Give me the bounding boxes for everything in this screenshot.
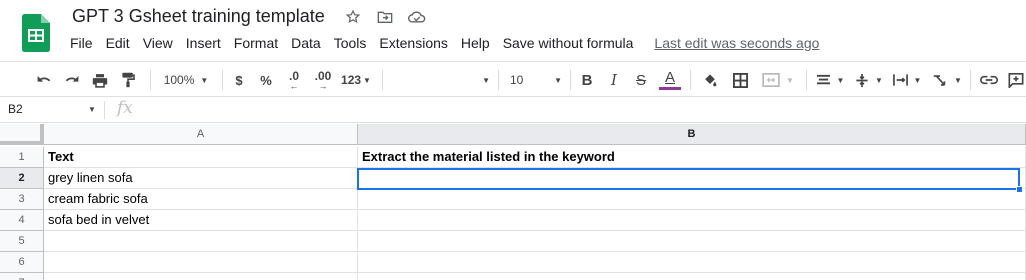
chevron-down-icon: ▼	[836, 75, 845, 85]
strikethrough-button[interactable]: S	[631, 62, 651, 98]
undo-icon[interactable]	[32, 62, 56, 98]
text-color-button[interactable]: A	[659, 62, 681, 98]
cell-a6[interactable]	[44, 252, 358, 273]
cell-a3[interactable]: cream fabric sofa	[44, 189, 358, 210]
text-wrapping-icon[interactable]: ▼	[890, 62, 924, 98]
menu-file[interactable]: File	[70, 35, 93, 51]
cloud-saved-icon[interactable]	[408, 8, 426, 26]
format-currency-button[interactable]: $	[230, 62, 248, 98]
row-header[interactable]: 2	[0, 168, 44, 189]
bold-button[interactable]: B	[577, 62, 597, 98]
font-size-value: 10	[510, 73, 524, 87]
chevron-down-icon: ▼	[875, 75, 883, 85]
menu-view[interactable]: View	[143, 35, 173, 51]
more-formats-button[interactable]: 123 ▼	[339, 62, 373, 98]
redo-icon[interactable]	[60, 62, 84, 98]
cell-a5[interactable]	[44, 231, 358, 252]
spreadsheet-grid: A B 1 Text Extract the material listed i…	[0, 124, 1026, 280]
more-formats-label: 123	[341, 73, 362, 87]
cell-b6[interactable]	[358, 252, 1026, 273]
increase-decimal-button[interactable]: .00 →	[310, 62, 336, 98]
cell-b2[interactable]	[358, 168, 1026, 189]
cell-a4[interactable]: sofa bed in velvet	[44, 210, 358, 231]
last-edit-link[interactable]: Last edit was seconds ago	[654, 35, 819, 51]
fill-handle[interactable]	[1016, 186, 1023, 193]
text-color-label: A	[664, 69, 675, 86]
paint-format-icon[interactable]	[116, 62, 140, 98]
insert-link-icon[interactable]	[977, 62, 1001, 98]
vertical-align-icon[interactable]: ▼	[852, 62, 886, 98]
chevron-down-icon: ▼	[786, 75, 794, 85]
star-icon[interactable]	[344, 8, 362, 26]
arrow-left-icon: ←	[289, 81, 299, 91]
decrease-decimal-button[interactable]: .0 ←	[283, 62, 305, 98]
chevron-down-icon: ▼	[954, 75, 962, 85]
text-rotation-icon[interactable]: ▼	[929, 62, 965, 98]
cell-a2[interactable]: grey linen sofa	[44, 168, 358, 189]
move-to-folder-icon[interactable]	[376, 8, 394, 26]
menu-edit[interactable]: Edit	[106, 35, 130, 51]
row-header[interactable]: 5	[0, 231, 44, 252]
chevron-down-icon: ▼	[482, 75, 490, 85]
row-header[interactable]: 4	[0, 210, 44, 231]
cell-b1[interactable]: Extract the material listed in the keywo…	[358, 147, 1026, 168]
menu-extensions[interactable]: Extensions	[379, 35, 447, 51]
format-percent-button[interactable]: %	[256, 62, 276, 98]
merge-cells-icon[interactable]: ▼	[757, 62, 799, 98]
chevron-down-icon[interactable]: ▼	[88, 105, 96, 114]
arrow-right-icon: →	[318, 81, 328, 91]
chevron-down-icon: ▼	[913, 75, 922, 85]
zoom-select[interactable]: 100% ▼	[158, 62, 214, 98]
row-header[interactable]: 3	[0, 189, 44, 210]
menu-insert[interactable]: Insert	[186, 35, 221, 51]
select-all-corner[interactable]	[0, 124, 44, 145]
insert-comment-icon[interactable]	[1006, 62, 1026, 98]
print-icon[interactable]	[88, 62, 112, 98]
menu-format[interactable]: Format	[234, 35, 278, 51]
cell-b3[interactable]	[358, 189, 1026, 210]
borders-icon[interactable]	[729, 62, 751, 98]
font-size-select[interactable]: 10 ▼	[506, 62, 566, 98]
zoom-value: 100%	[163, 73, 195, 87]
fill-color-icon[interactable]	[700, 62, 720, 98]
document-title[interactable]: GPT 3 Gsheet training template	[72, 6, 325, 27]
menu-help[interactable]: Help	[461, 35, 490, 51]
chevron-down-icon: ▼	[200, 75, 209, 85]
cell-a1[interactable]: Text	[44, 147, 358, 168]
cell-b7[interactable]	[358, 273, 1026, 280]
toolbar: 100% ▼ $ % .0 ← .00 → 123 ▼ ▼ 10 ▼ B I S A …	[0, 61, 1026, 97]
column-header-a[interactable]: A	[44, 124, 358, 145]
fx-icon: fx	[117, 98, 133, 118]
google-sheets-logo-icon[interactable]	[22, 14, 50, 52]
cell-a7[interactable]	[44, 273, 358, 280]
menu-save-without-formula[interactable]: Save without formula	[503, 35, 634, 51]
menu-tools[interactable]: Tools	[334, 35, 367, 51]
font-family-select[interactable]: ▼	[390, 62, 490, 98]
cell-b5[interactable]	[358, 231, 1026, 252]
menu-bar: File Edit View Insert Format Data Tools …	[70, 35, 819, 51]
text-color-swatch	[659, 87, 681, 90]
formula-bar: B2 ▼ fx	[0, 97, 1026, 123]
row-header[interactable]: 6	[0, 252, 44, 273]
name-box[interactable]: B2	[8, 102, 23, 116]
row-header[interactable]: 1	[0, 147, 44, 168]
cell-b4[interactable]	[358, 210, 1026, 231]
menu-data[interactable]: Data	[291, 35, 321, 51]
horizontal-align-icon[interactable]: ▼	[812, 62, 848, 98]
chevron-down-icon: ▼	[554, 75, 562, 85]
column-header-b[interactable]: B	[358, 124, 1026, 145]
chevron-down-icon: ▼	[363, 75, 371, 85]
italic-button[interactable]: I	[604, 62, 624, 98]
row-header[interactable]: 7	[0, 273, 44, 280]
